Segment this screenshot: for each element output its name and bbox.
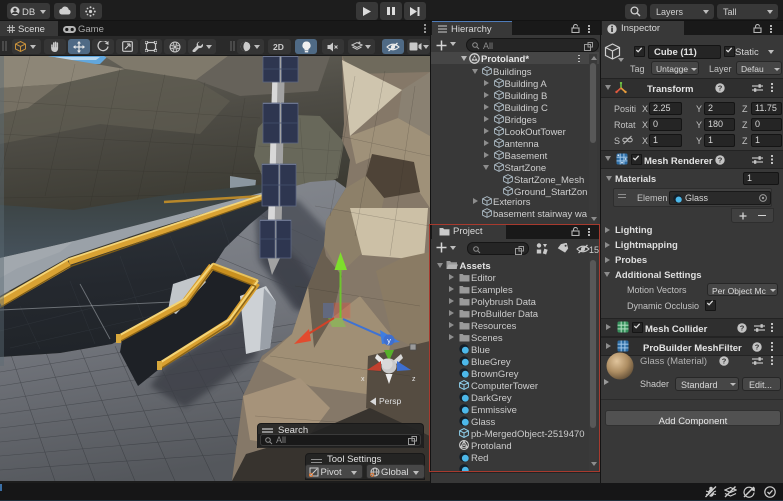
svg-text:?: ? [722, 357, 727, 366]
svg-text:z: z [412, 376, 416, 383]
svg-text:x: x [361, 376, 365, 383]
svg-text:Persp: Persp [379, 396, 401, 406]
svg-text:?: ? [718, 155, 723, 164]
svg-text:?: ? [718, 84, 723, 93]
svg-text:?: ? [740, 323, 745, 332]
svg-text:?: ? [755, 342, 760, 351]
svg-text:y: y [387, 336, 391, 345]
